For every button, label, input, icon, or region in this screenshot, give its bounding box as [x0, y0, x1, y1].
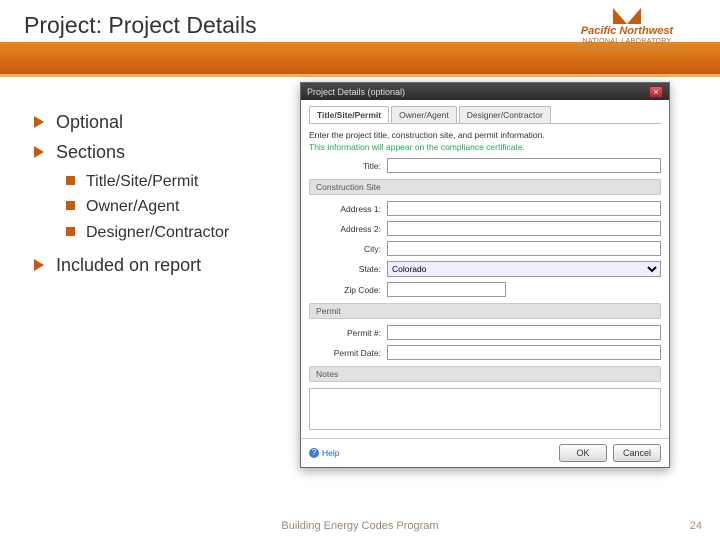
slide-title: Project: Project Details [24, 12, 257, 39]
subbullet-title-site-permit: Title/Site/Permit [66, 171, 292, 193]
section-notes: Notes [309, 366, 661, 382]
bullet-label: Title/Site/Permit [86, 173, 198, 190]
tab-bar: Title/Site/Permit Owner/Agent Designer/C… [309, 106, 661, 124]
footer-program: Building Energy Codes Program [281, 520, 438, 532]
dialog-titlebar: Project Details (optional) × [301, 83, 669, 100]
bullet-label: Sections [56, 142, 125, 162]
row-address2: Address 2: [309, 221, 661, 236]
project-details-dialog: Project Details (optional) × Title/Site/… [300, 82, 670, 468]
bullet-label: Optional [56, 112, 123, 132]
row-address1: Address 1: [309, 201, 661, 216]
subbullet-designer-contractor: Designer/Contractor [66, 222, 292, 244]
brand-logo-icon [613, 6, 641, 24]
label-state: State: [309, 264, 381, 274]
bullet-included-on-report: Included on report [34, 253, 292, 277]
input-address2[interactable] [387, 221, 661, 236]
label-zip: Zip Code: [309, 285, 381, 295]
textarea-notes[interactable] [309, 388, 661, 430]
input-title[interactable] [387, 158, 661, 173]
tab-owner-agent[interactable]: Owner/Agent [391, 106, 457, 123]
row-state: State: Colorado [309, 261, 661, 277]
bullet-list: Optional Sections Title/Site/Permit Owne… [0, 82, 300, 512]
dialog-intro-line1: Enter the project title, construction si… [309, 130, 661, 140]
slide-body: Optional Sections Title/Site/Permit Owne… [0, 82, 720, 512]
row-city: City: [309, 241, 661, 256]
dialog-footer: ? Help OK Cancel [301, 438, 669, 467]
label-address1: Address 1: [309, 204, 381, 214]
tab-title-site-permit[interactable]: Title/Site/Permit [309, 106, 389, 123]
help-icon: ? [309, 448, 319, 458]
ok-button[interactable]: OK [559, 444, 607, 462]
row-permit-date: Permit Date: [309, 345, 661, 360]
input-zip[interactable] [387, 282, 506, 297]
input-city[interactable] [387, 241, 661, 256]
dialog-wrap: Project Details (optional) × Title/Site/… [300, 82, 720, 512]
dialog-body: Title/Site/Permit Owner/Agent Designer/C… [301, 100, 669, 438]
bullet-label: Designer/Contractor [86, 224, 229, 241]
label-title: Title: [309, 161, 381, 171]
section-construction-site: Construction Site [309, 179, 661, 195]
select-state[interactable]: Colorado [387, 261, 661, 277]
row-zip: Zip Code: [309, 282, 661, 297]
label-permit-date: Permit Date: [309, 348, 381, 358]
label-address2: Address 2: [309, 224, 381, 234]
bullet-label: Included on report [56, 255, 201, 275]
cancel-button[interactable]: Cancel [613, 444, 661, 462]
tab-designer-contractor[interactable]: Designer/Contractor [459, 106, 551, 123]
help-label: Help [322, 448, 339, 458]
section-permit: Permit [309, 303, 661, 319]
help-link[interactable]: ? Help [309, 448, 339, 458]
slide: Project: Project Details Pacific Northwe… [0, 0, 720, 540]
bullet-optional: Optional [34, 110, 292, 134]
dialog-title-text: Project Details (optional) [307, 87, 405, 97]
input-permit-date[interactable] [387, 345, 661, 360]
brand-line1: Pacific Northwest [581, 25, 673, 37]
row-permit-no: Permit #: [309, 325, 661, 340]
bullet-sections: Sections Title/Site/Permit Owner/Agent D… [34, 140, 292, 243]
brand-line2: NATIONAL LABORATORY [583, 38, 672, 45]
close-button[interactable]: × [649, 86, 663, 98]
dialog-buttons: OK Cancel [559, 444, 661, 462]
slide-footer: Building Energy Codes Program [0, 520, 720, 532]
input-address1[interactable] [387, 201, 661, 216]
bullet-label: Owner/Agent [86, 198, 179, 215]
label-permit-no: Permit #: [309, 328, 381, 338]
brand-block: Pacific Northwest NATIONAL LABORATORY Pr… [552, 6, 702, 52]
dialog-intro-line2: This information will appear on the comp… [309, 142, 661, 152]
input-permit-no[interactable] [387, 325, 661, 340]
row-title: Title: [309, 158, 661, 173]
page-number: 24 [690, 520, 702, 532]
brand-line3: Proudly Operated by Battelle Since 1965 [573, 46, 681, 52]
subbullet-owner-agent: Owner/Agent [66, 196, 292, 218]
label-city: City: [309, 244, 381, 254]
